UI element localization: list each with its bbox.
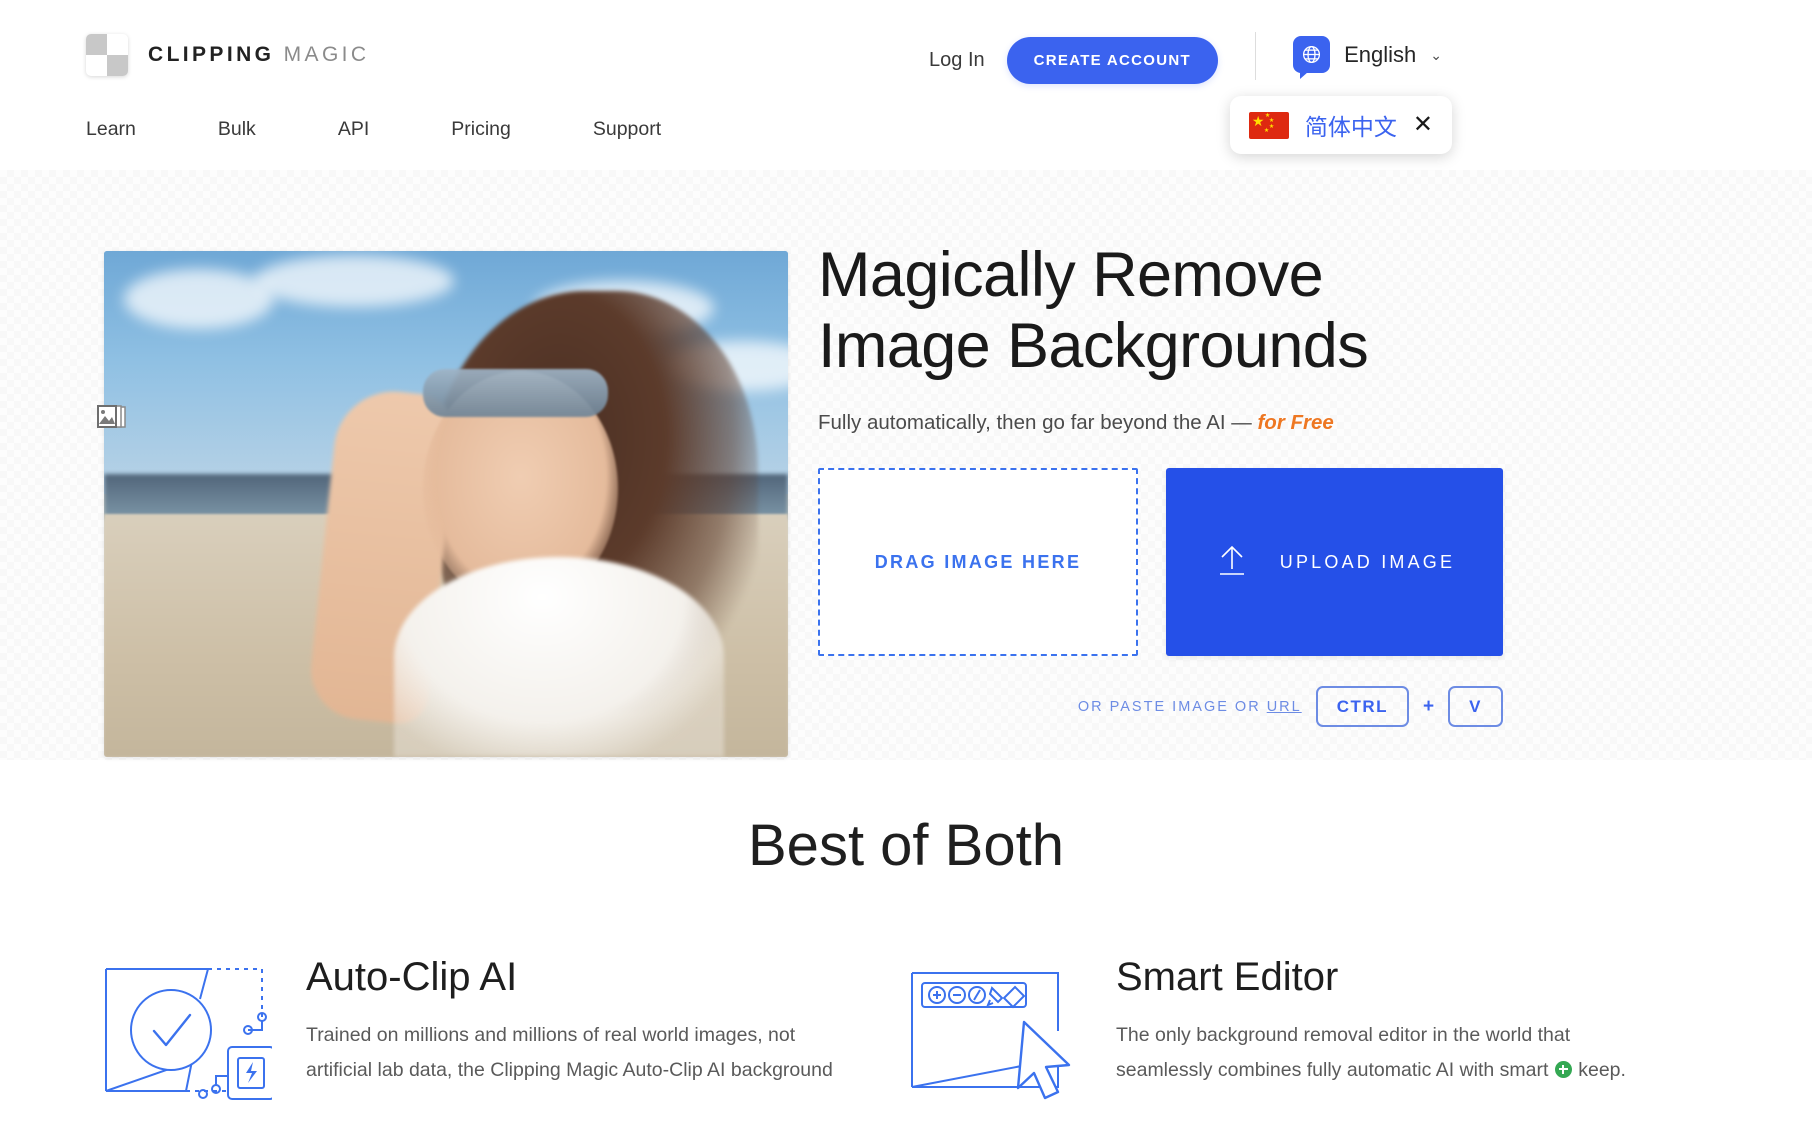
feature-description: The only background removal editor in th… (1116, 1018, 1672, 1087)
feature-description-after: keep. (1572, 1058, 1626, 1081)
stacked-photos-icon[interactable] (96, 404, 130, 432)
paste-hint-row: OR PASTE IMAGE OR URL CTRL + V (818, 686, 1503, 728)
keep-plus-icon (1554, 1060, 1572, 1078)
hero-sample-photo (104, 251, 788, 757)
feature-description-before: The only background removal editor in th… (1116, 1024, 1571, 1081)
nav-item-bulk[interactable]: Bulk (218, 118, 256, 141)
paste-hint-prefix: OR PASTE IMAGE OR (1077, 698, 1267, 715)
main-nav: Learn Bulk API Pricing Support (86, 118, 661, 141)
paste-hint-text: OR PASTE IMAGE OR URL (1078, 699, 1302, 715)
feature-title: Smart Editor (1116, 955, 1339, 999)
upload-arrow-icon (1214, 543, 1250, 582)
hero-content: Magically Remove Image Backgrounds Fully… (818, 240, 1738, 728)
key-plus-separator: + (1423, 695, 1435, 717)
ai-checkmark-chip-icon (96, 955, 275, 1105)
page-title: Magically Remove Image Backgrounds (818, 240, 1369, 381)
feature-title: Auto-Clip AI (306, 955, 518, 999)
language-current-label: English (1344, 41, 1417, 67)
checkerboard-transparency-icon (86, 34, 128, 76)
china-flag-icon: ★ ★ ★ ★ ★ (1248, 111, 1289, 139)
section-title-best-of-both: Best of Both (748, 813, 1064, 878)
log-in-link[interactable]: Log In (929, 49, 985, 72)
nav-item-support[interactable]: Support (593, 118, 661, 141)
hero-cta-row: DRAG IMAGE HERE UPLOAD IMAGE (818, 468, 1738, 657)
upload-image-button[interactable]: UPLOAD IMAGE (1166, 468, 1503, 657)
header-divider (1255, 32, 1256, 80)
nav-item-api[interactable]: API (338, 118, 369, 141)
key-v: V (1448, 686, 1503, 728)
feature-auto-clip-ai: Auto-Clip AI Trained on millions and mil… (96, 955, 906, 1105)
brand-name: CLIPPING MAGIC (148, 43, 369, 67)
brand-name-bold: CLIPPING (148, 43, 275, 66)
feature-smart-editor: Smart Editor The only background removal… (906, 955, 1716, 1105)
chevron-down-icon: ⌄ (1430, 46, 1442, 63)
feature-smart-editor-body: Smart Editor The only background removal… (1116, 955, 1672, 1105)
globe-icon (1293, 36, 1331, 79)
account-actions: Log In CREATE ACCOUNT (929, 37, 1218, 84)
hero-subtitle-accent: for Free (1257, 411, 1334, 435)
nav-item-learn[interactable]: Learn (86, 118, 136, 141)
dropzone-label: DRAG IMAGE HERE (874, 551, 1082, 572)
feature-description: Trained on millions and millions of real… (306, 1024, 833, 1081)
language-suggestion-popup: ★ ★ ★ ★ ★ 简体中文 ✕ (1229, 96, 1452, 154)
language-option-simplified-chinese[interactable]: 简体中文 (1305, 108, 1397, 142)
feature-auto-clip-ai-body: Auto-Clip AI Trained on millions and mil… (306, 955, 862, 1105)
nav-item-pricing[interactable]: Pricing (451, 118, 511, 141)
drag-image-dropzone[interactable]: DRAG IMAGE HERE (818, 468, 1138, 657)
hero-subtitle-text: Fully automatically, then go far beyond … (818, 411, 1258, 435)
page-root: CLIPPING MAGIC Learn Bulk API Pricing Su… (0, 0, 1812, 1136)
upload-button-label: UPLOAD IMAGE (1279, 551, 1456, 572)
hero-section: Magically Remove Image Backgrounds Fully… (0, 170, 1812, 760)
brand-name-light: MAGIC (283, 43, 370, 66)
smart-editor-cursor-icon (906, 955, 1082, 1105)
site-header: CLIPPING MAGIC Learn Bulk API Pricing Su… (0, 0, 1812, 170)
language-selector[interactable]: English ⌄ (1293, 36, 1442, 79)
create-account-button[interactable]: CREATE ACCOUNT (1006, 37, 1218, 84)
close-icon[interactable]: ✕ (1413, 113, 1433, 137)
features-row: Auto-Clip AI Trained on millions and mil… (0, 955, 1812, 1105)
key-ctrl: CTRL (1315, 686, 1410, 728)
hero-subtitle: Fully automatically, then go far beyond … (818, 411, 1738, 435)
paste-url-link[interactable]: URL (1267, 699, 1302, 715)
brand-logo[interactable]: CLIPPING MAGIC (86, 34, 369, 76)
